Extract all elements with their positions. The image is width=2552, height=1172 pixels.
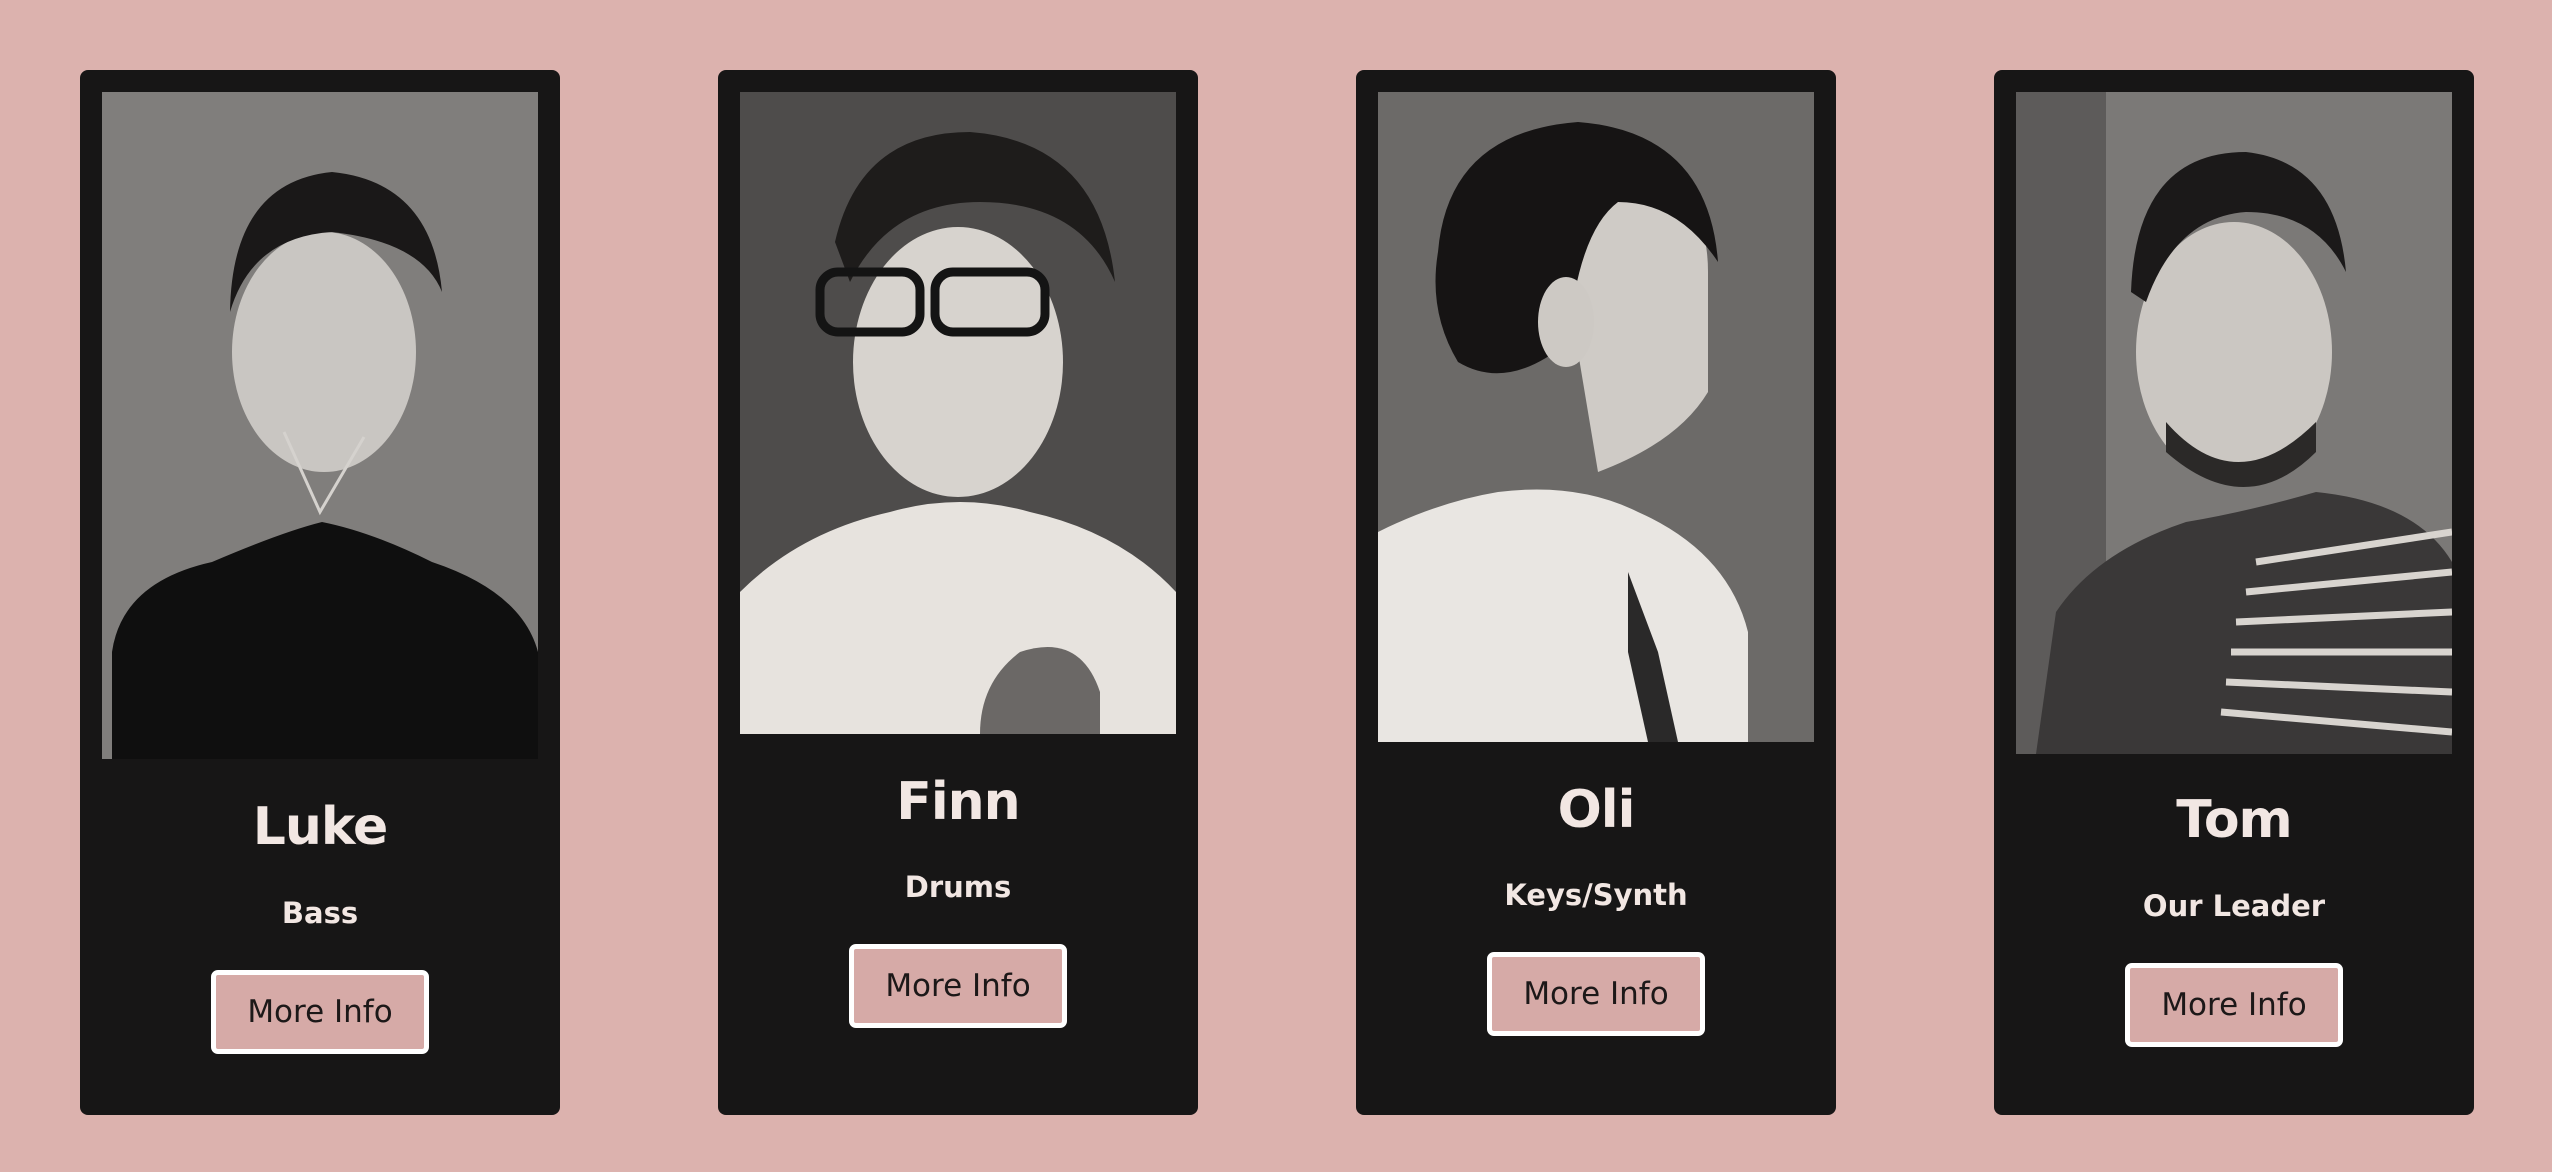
member-photo (102, 92, 538, 759)
portrait-image (2016, 92, 2452, 754)
member-card-luke: Luke Bass More Info (80, 70, 560, 1115)
member-role: Bass (281, 896, 359, 930)
member-card-oli: Oli Keys/Synth More Info (1356, 70, 1836, 1115)
member-photo (1378, 92, 1814, 742)
more-info-button[interactable]: More Info (2125, 963, 2343, 1047)
member-card-finn: Finn Drums More Info (718, 70, 1198, 1115)
member-name: Finn (896, 772, 1020, 832)
member-role: Drums (904, 870, 1012, 904)
member-photo (740, 92, 1176, 734)
more-info-button[interactable]: More Info (211, 970, 429, 1054)
member-name: Tom (2176, 790, 2292, 850)
more-info-button[interactable]: More Info (1487, 952, 1705, 1036)
member-role: Our Leader (2142, 889, 2326, 923)
more-info-button[interactable]: More Info (849, 944, 1067, 1028)
portrait-image (1378, 92, 1814, 742)
member-card-tom: Tom Our Leader More Info (1994, 70, 2474, 1115)
portrait-image (740, 92, 1176, 734)
member-name: Oli (1557, 780, 1636, 840)
member-name: Luke (252, 797, 389, 857)
member-role: Keys/Synth (1504, 878, 1688, 912)
member-photo (2016, 92, 2452, 754)
portrait-image (102, 92, 538, 759)
